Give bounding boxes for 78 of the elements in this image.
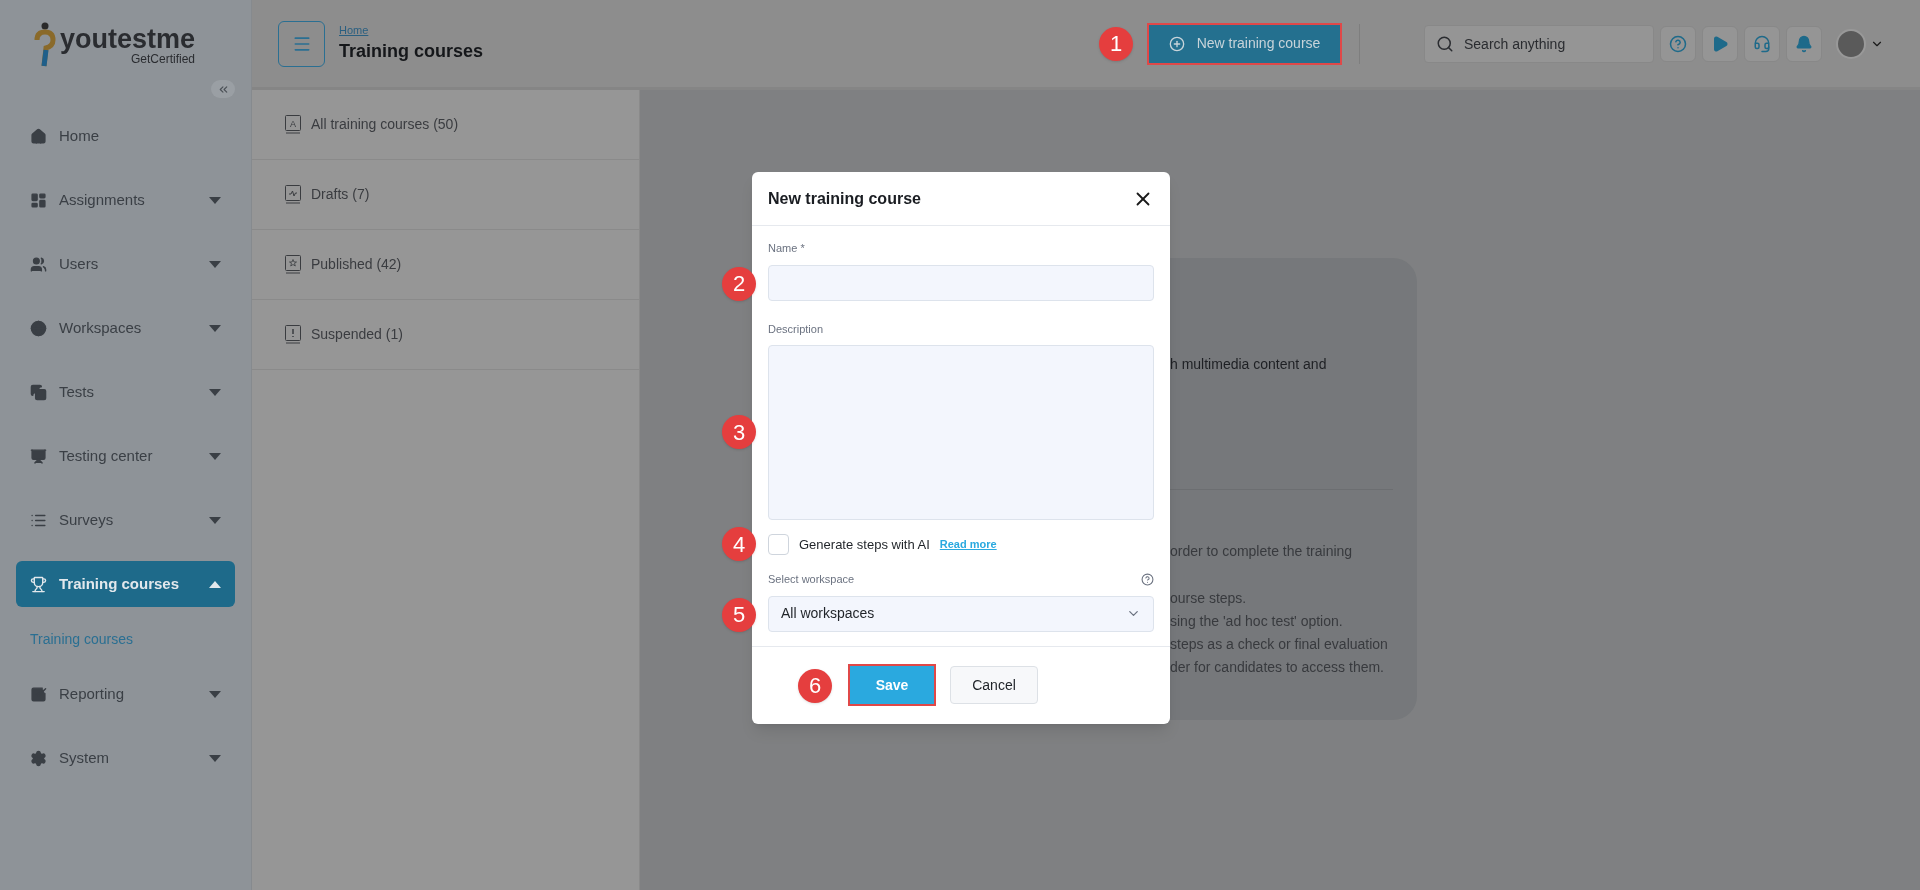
breadcrumb-link[interactable]: Home xyxy=(339,21,484,39)
sidebar-item[interactable]: Surveys xyxy=(16,497,235,543)
menu-item-icon xyxy=(30,127,47,145)
book-icon xyxy=(285,185,301,204)
sidebar-item[interactable]: Workspaces xyxy=(16,305,235,351)
dialog-title: New training course xyxy=(768,188,921,209)
book-icon xyxy=(285,325,301,344)
sidebar-item[interactable]: Tests xyxy=(16,369,235,415)
description-input[interactable] xyxy=(768,345,1154,520)
sidebar-item[interactable]: Testing center xyxy=(16,433,235,479)
logo-wordmark: youtestme xyxy=(60,25,196,53)
menu-item-icon xyxy=(30,319,47,337)
checkbox-label: Generate steps with AI xyxy=(799,535,930,554)
course-filter-item[interactable]: Suspended (1) xyxy=(252,300,639,370)
save-button[interactable]: Save xyxy=(848,664,936,706)
course-filter-item[interactable]: Drafts (7) xyxy=(252,160,639,230)
name-input[interactable] xyxy=(768,264,1154,301)
card-text: h multimedia content and xyxy=(1170,355,1328,374)
caret-down-icon xyxy=(209,754,221,762)
menu-item-icon xyxy=(30,447,47,465)
sidebar-item[interactable]: Assignments xyxy=(16,177,235,223)
caret-down-icon xyxy=(209,690,221,698)
caret-down-icon xyxy=(209,388,221,396)
sidebar-subitem[interactable]: Training courses xyxy=(16,616,235,662)
field-label: Select workspace xyxy=(768,572,855,587)
sidebar-item[interactable]: Training courses xyxy=(16,561,235,607)
menu-item-icon xyxy=(30,255,47,273)
help-button[interactable] xyxy=(1660,25,1696,62)
caret-down-icon xyxy=(209,196,221,204)
page-title: Training courses xyxy=(339,40,484,64)
workspace-select[interactable]: All workspaces xyxy=(768,595,1154,632)
read-more-link[interactable]: Read more xyxy=(939,536,997,553)
menu-button[interactable] xyxy=(278,20,325,67)
card-text: ourse steps. xyxy=(1170,589,1248,608)
sidebar-item[interactable]: Users xyxy=(16,241,235,287)
sidebar-item[interactable]: System xyxy=(16,735,235,781)
step-number-badge: 6 xyxy=(798,668,832,703)
menu-item-icon xyxy=(30,749,47,767)
caret-down-icon xyxy=(209,324,221,332)
menu-item-icon xyxy=(30,575,47,593)
cancel-button[interactable]: Cancel xyxy=(950,666,1038,704)
caret-down-icon xyxy=(209,516,221,524)
sidebar-item[interactable]: Reporting xyxy=(16,671,235,717)
card-text: steps as a check or final evaluation xyxy=(1170,635,1389,654)
play-button[interactable] xyxy=(1702,25,1738,62)
logo-tagline: GetCertified xyxy=(131,52,196,65)
field-label: Description xyxy=(768,321,825,337)
search-icon xyxy=(1436,34,1454,53)
checkbox[interactable] xyxy=(768,534,789,555)
caret-up-icon xyxy=(209,580,221,588)
caret-down-icon xyxy=(209,260,221,268)
user-avatar[interactable] xyxy=(1836,28,1866,59)
menu-item-icon xyxy=(30,191,47,209)
bell-icon xyxy=(1795,34,1813,53)
search-field[interactable]: Search anything xyxy=(1424,24,1654,63)
card-text: der for candidates to access them. xyxy=(1170,658,1385,677)
caret-down-icon xyxy=(209,452,221,460)
play-icon xyxy=(1711,34,1729,53)
card-text: order to complete the training xyxy=(1170,542,1354,561)
headset-icon xyxy=(1753,34,1771,53)
new-training-course-button[interactable]: New training course xyxy=(1147,22,1342,65)
logo-mark-icon xyxy=(34,22,56,68)
book-icon xyxy=(285,255,301,274)
plus-circle-icon xyxy=(1168,35,1185,52)
menu-item-icon xyxy=(30,685,47,703)
book-icon: A xyxy=(285,115,301,134)
help-icon xyxy=(1669,34,1687,53)
collapse-sidebar-button[interactable] xyxy=(211,80,235,98)
notifications-button[interactable] xyxy=(1786,25,1822,62)
step-number-badge: 1 xyxy=(1099,26,1133,61)
support-button[interactable] xyxy=(1744,25,1780,62)
card-text: sing the 'ad hoc test' option. xyxy=(1170,612,1344,631)
menu-item-icon xyxy=(30,383,47,401)
sidebar-item[interactable]: Home xyxy=(16,113,235,159)
help-icon[interactable] xyxy=(1141,572,1154,586)
course-filter-item[interactable]: Published (42) xyxy=(252,230,639,300)
course-filter-item[interactable]: A All training courses (50) xyxy=(252,90,639,160)
field-label: Name * xyxy=(768,241,806,256)
